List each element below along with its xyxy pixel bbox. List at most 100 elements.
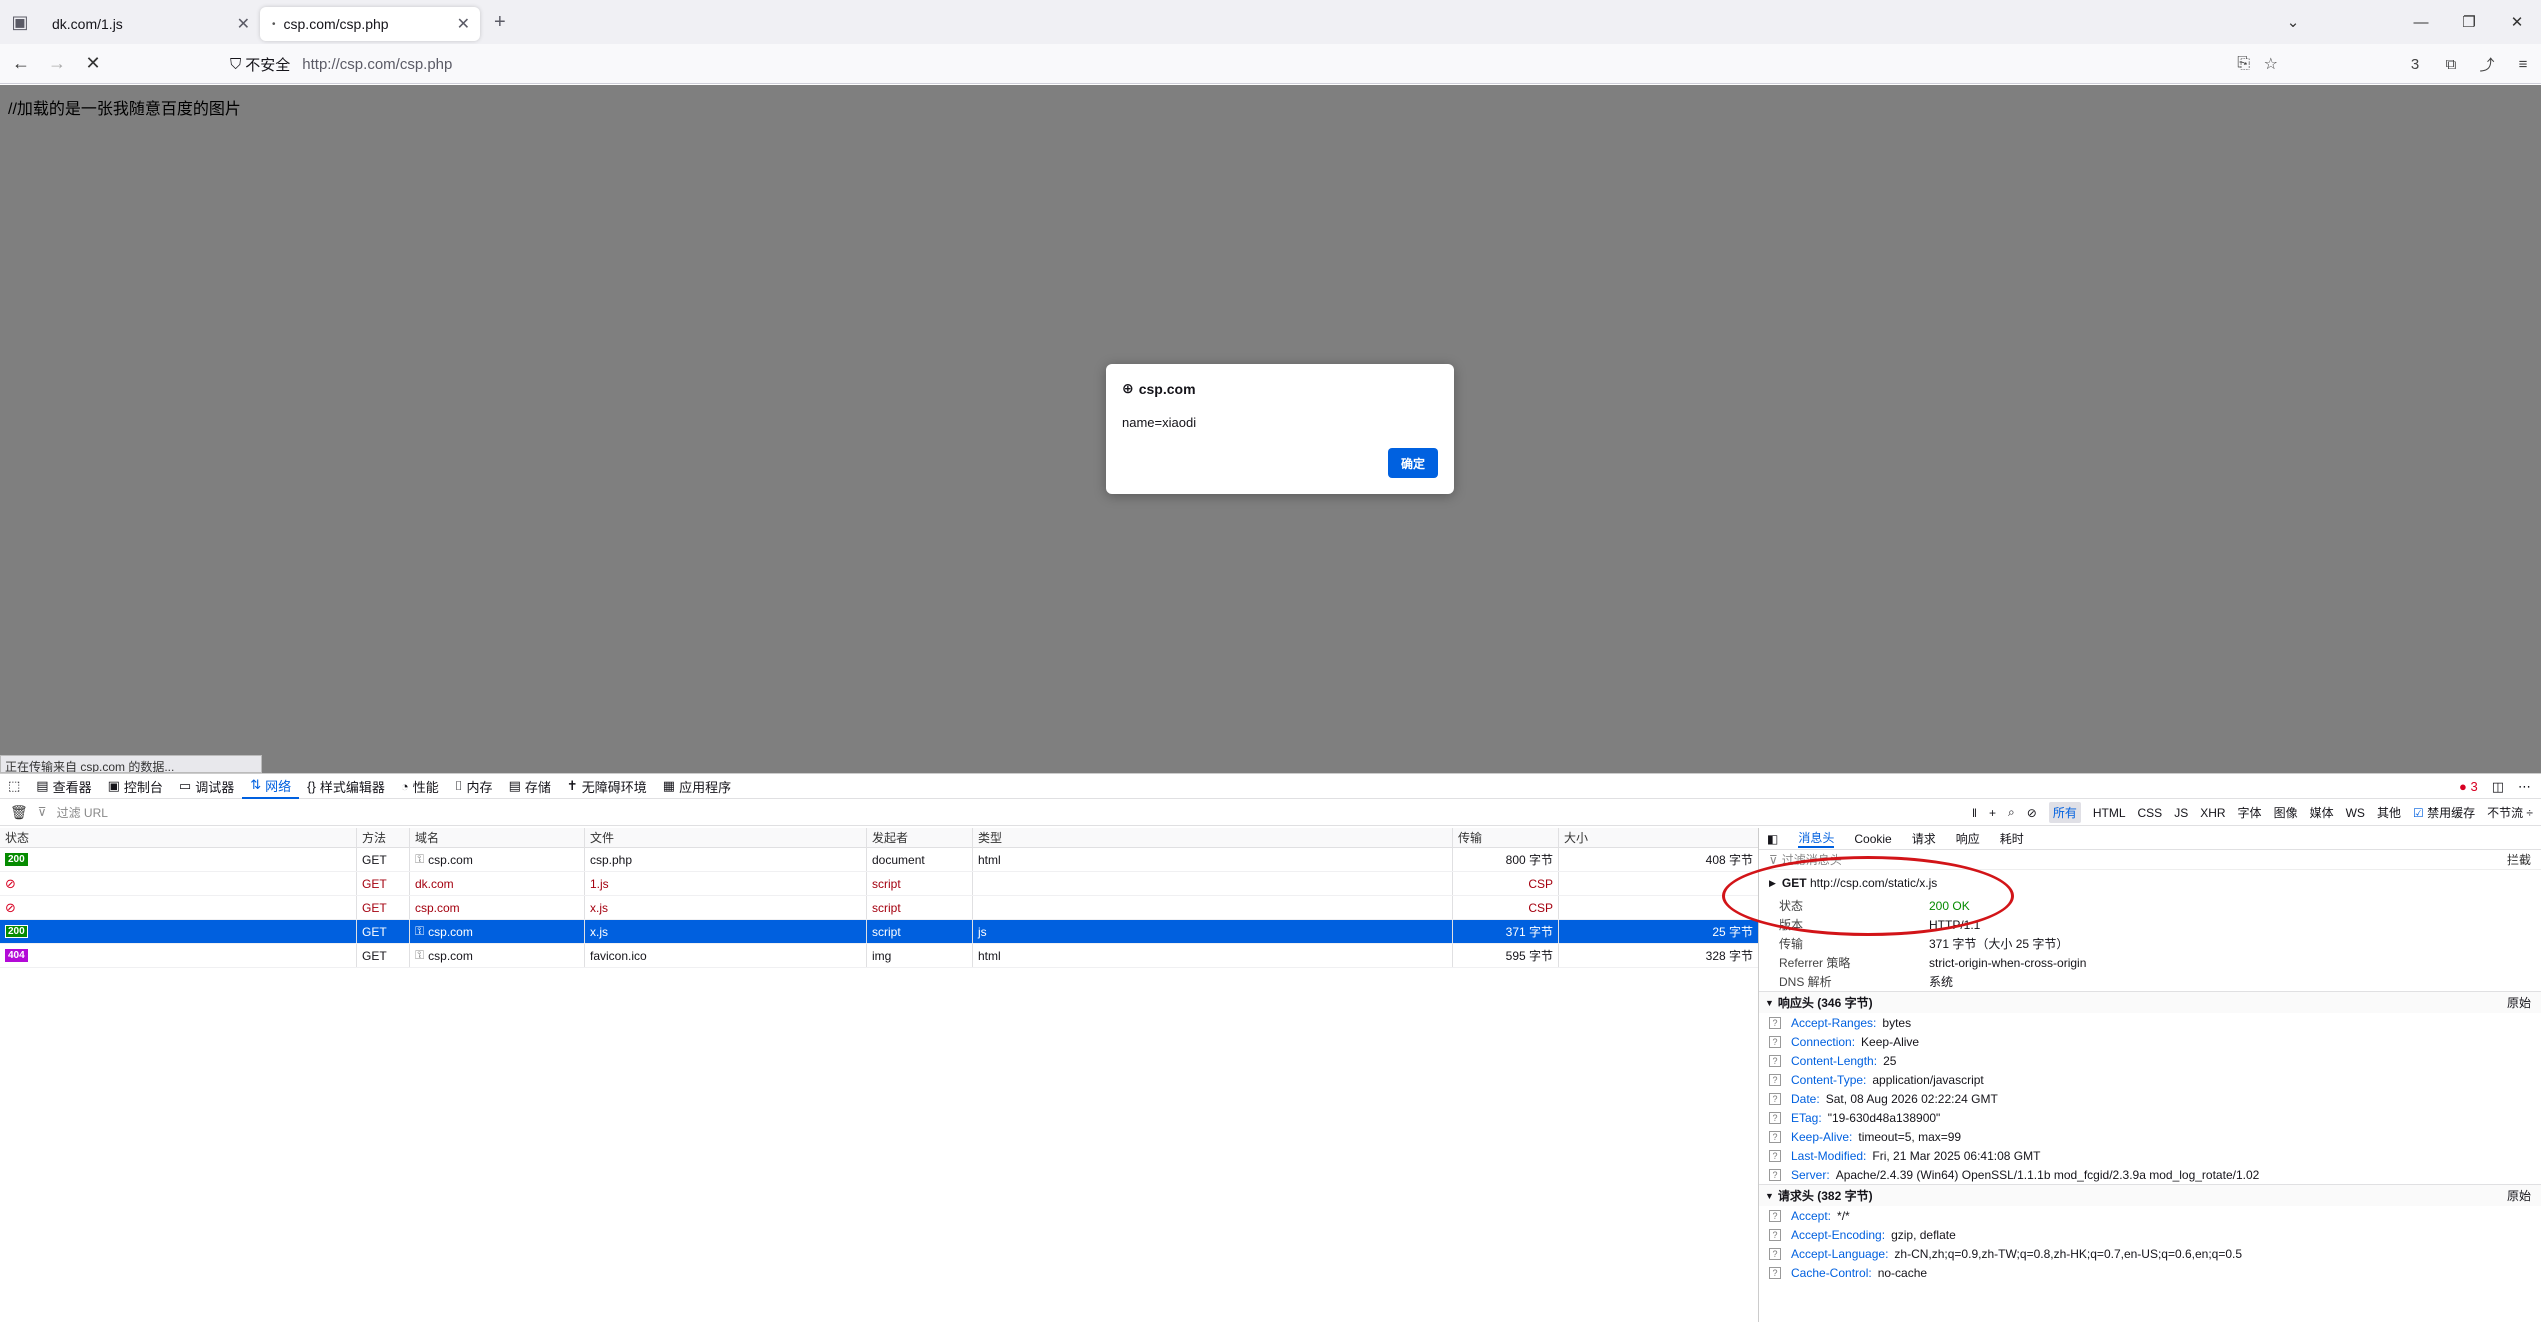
help-icon[interactable]: ? (1769, 1130, 1781, 1143)
header-row[interactable]: ? ETag: "19-630d48a138900" (1759, 1108, 2541, 1127)
tool-debugger[interactable]: ▭ 调试器 (171, 774, 242, 799)
tab-timings[interactable]: 耗时 (2000, 830, 2024, 847)
tool-performance[interactable]: ◔ 性能 (393, 774, 447, 799)
back-button[interactable]: ← (6, 49, 36, 79)
help-icon[interactable]: ? (1769, 1035, 1781, 1048)
header-row[interactable]: ? Content-Type: application/javascript (1759, 1070, 2541, 1089)
tab-list-icon[interactable]: ▣ (0, 0, 40, 44)
extension-badge[interactable]: 3 (2397, 56, 2433, 73)
ok-button[interactable]: 确定 (1388, 448, 1438, 478)
filter-xhr[interactable]: XHR (2200, 806, 2225, 820)
help-icon[interactable]: ? (1769, 1054, 1781, 1067)
help-icon[interactable]: ? (1769, 1247, 1781, 1260)
help-icon[interactable]: ? (1769, 1209, 1781, 1222)
help-icon[interactable]: ? (1769, 1073, 1781, 1086)
tab-request[interactable]: 请求 (1912, 830, 1936, 847)
header-row[interactable]: ? Cache-Control: no-cache (1759, 1263, 2541, 1282)
more-icon[interactable]: ⋯ (2518, 779, 2531, 795)
filter-other[interactable]: 其他 (2377, 804, 2401, 821)
minimize-button[interactable]: — (2397, 14, 2445, 31)
header-row[interactable]: ? Server: Apache/2.4.39 (Win64) OpenSSL/1.… (1759, 1165, 2541, 1184)
tool-console[interactable]: ▣ 控制台 (100, 774, 171, 799)
tab-response[interactable]: 响应 (1956, 830, 1980, 847)
header-row[interactable]: ? Accept-Ranges: bytes (1759, 1013, 2541, 1032)
url-bar[interactable]: ⛉ 不安全 http://csp.com/csp.php ⎘ ☆ (230, 48, 2330, 80)
search-icon[interactable]: ⌕ (2008, 805, 2015, 820)
forward-button[interactable]: → (42, 49, 72, 79)
filter-images[interactable]: 图像 (2274, 804, 2298, 821)
save-icon[interactable]: ⎘ (2237, 55, 2250, 73)
col-file[interactable]: 文件 (585, 828, 867, 847)
header-row[interactable]: ? Connection: Keep-Alive (1759, 1032, 2541, 1051)
throttle-select[interactable]: 不节流 ÷ (2487, 804, 2533, 821)
response-headers-section[interactable]: ▼ 响应头 (346 字节) 原始 (1759, 991, 2541, 1013)
help-icon[interactable]: ? (1769, 1228, 1781, 1241)
restore-button[interactable]: ❐ (2445, 13, 2493, 31)
header-row[interactable]: ? Keep-Alive: timeout=5, max=99 (1759, 1127, 2541, 1146)
request-headers-section[interactable]: ▼ 请求头 (382 字节) 原始 (1759, 1184, 2541, 1206)
tab-cookie[interactable]: Cookie (1854, 832, 1891, 846)
new-tab-button[interactable]: + (494, 11, 506, 34)
block-icon[interactable]: ⊘ (2027, 806, 2037, 820)
raw-toggle[interactable]: 原始 (2507, 1187, 2531, 1204)
tool-application[interactable]: ▦ 应用程序 (655, 774, 739, 799)
col-status[interactable]: 状态 (0, 828, 357, 847)
filter-media[interactable]: 媒体 (2310, 804, 2334, 821)
tool-inspector[interactable]: ▤ 查看器 (28, 774, 99, 799)
header-row[interactable]: ? Content-Length: 25 (1759, 1051, 2541, 1070)
col-domain[interactable]: 域名 (410, 828, 585, 847)
close-icon[interactable]: ✕ (237, 14, 250, 34)
help-icon[interactable]: ? (1769, 1168, 1781, 1181)
table-row[interactable]: ⊘ GET csp.com x.js script CSP (0, 896, 1758, 920)
col-initiator[interactable]: 发起者 (867, 828, 973, 847)
col-type[interactable]: 类型 (973, 828, 1453, 847)
header-row[interactable]: ? Date: Sat, 08 Aug 2026 02:22:24 GMT (1759, 1089, 2541, 1108)
help-icon[interactable]: ? (1769, 1111, 1781, 1124)
tab-dk[interactable]: dk.com/1.js ✕ (40, 7, 260, 41)
url-text[interactable]: http://csp.com/csp.php (302, 56, 452, 73)
filter-css[interactable]: CSS (2138, 806, 2163, 820)
raw-toggle[interactable]: 原始 (2507, 994, 2531, 1011)
filter-js[interactable]: JS (2174, 806, 2188, 820)
header-row[interactable]: ? Last-Modified: Fri, 21 Mar 2025 06:41:08… (1759, 1146, 2541, 1165)
tab-csp[interactable]: • csp.com/csp.php ✕ (260, 7, 480, 41)
header-row[interactable]: ? Accept-Language: zh-CN,zh;q=0.9,zh-TW;q=… (1759, 1244, 2541, 1263)
bookmark-star-icon[interactable]: ☆ (2264, 54, 2278, 74)
trash-icon[interactable]: 🗑 (10, 804, 28, 821)
header-row[interactable]: ? Accept: */* (1759, 1206, 2541, 1225)
filter-ws[interactable]: WS (2346, 806, 2365, 820)
col-method[interactable]: 方法 (357, 828, 410, 847)
plus-icon[interactable]: + (1989, 806, 1996, 820)
help-icon[interactable]: ? (1769, 1149, 1781, 1162)
share-icon[interactable]: ⤴ (2469, 54, 2505, 75)
help-icon[interactable]: ? (1769, 1092, 1781, 1105)
close-window-button[interactable]: ✕ (2493, 13, 2541, 31)
col-transfer[interactable]: 传输 (1453, 828, 1559, 847)
filter-all[interactable]: 所有 (2048, 802, 2081, 823)
help-icon[interactable]: ? (1769, 1016, 1781, 1029)
tool-storage[interactable]: ▤ 存储 (501, 774, 559, 799)
table-row[interactable]: 404 GET ⚿ csp.com favicon.ico img html 59… (0, 944, 1758, 968)
col-size[interactable]: 大小 (1559, 828, 1758, 847)
help-icon[interactable]: ? (1769, 1266, 1781, 1279)
tool-accessibility[interactable]: ✝ 无障碍环境 (559, 774, 655, 799)
extensions-icon[interactable]: ⧉ (2433, 56, 2469, 73)
header-row[interactable]: ? Accept-Encoding: gzip, deflate (1759, 1225, 2541, 1244)
table-row[interactable]: 200 GET ⚿ csp.com csp.php document html 8… (0, 848, 1758, 872)
filter-url-input[interactable]: 过滤 URL (57, 804, 108, 821)
tab-headers[interactable]: 消息头 (1798, 829, 1835, 848)
picker-icon[interactable]: ⬚ (0, 774, 28, 799)
pause-icon[interactable]: ‖ (1972, 806, 1977, 820)
filter-html[interactable]: HTML (2093, 806, 2126, 820)
tool-network[interactable]: ⇅ 网络 (242, 774, 300, 799)
tool-memory[interactable]: ⌷ 内存 (447, 774, 501, 799)
sidebar-toggle-icon[interactable]: ◧ (1767, 832, 1778, 846)
table-row[interactable]: ⊘ GET dk.com 1.js script CSP (0, 872, 1758, 896)
block-button[interactable]: 拦截 (2507, 851, 2531, 868)
disable-cache-checkbox[interactable]: ☑ 禁用缓存 (2413, 804, 2475, 821)
security-indicator[interactable]: ⛉ 不安全 (230, 54, 290, 75)
close-icon[interactable]: ✕ (457, 14, 470, 34)
stop-button[interactable]: ✕ (78, 49, 108, 79)
filter-fonts[interactable]: 字体 (2238, 804, 2262, 821)
chevron-down-icon[interactable]: ⌄ (2269, 13, 2317, 31)
